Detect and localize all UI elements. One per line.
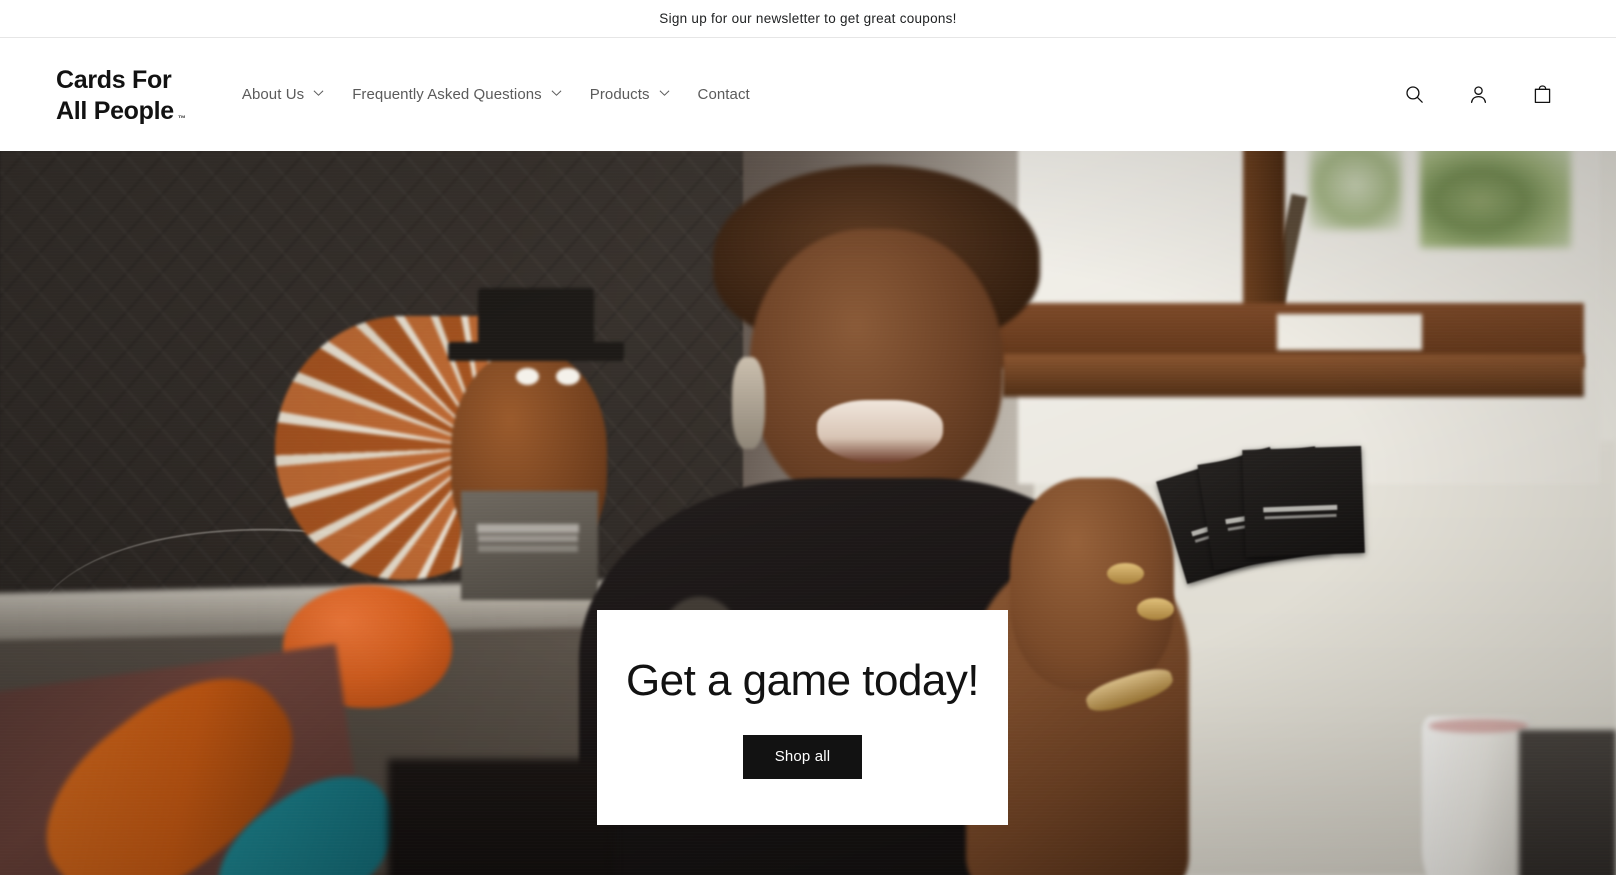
nav-item-contact[interactable]: Contact [684, 76, 764, 113]
announcement-text: Sign up for our newsletter to get great … [659, 10, 957, 26]
logo-line-2: All People [56, 96, 174, 125]
logo-line-1: Cards For [56, 66, 172, 94]
search-button[interactable] [1392, 73, 1436, 117]
nav-item-label: Contact [697, 86, 750, 103]
chevron-down-icon [551, 89, 562, 100]
hero-heading: Get a game today! [625, 656, 980, 706]
cart-button[interactable] [1520, 73, 1564, 117]
nav-item-label: Products [589, 86, 650, 103]
nav-item-label: Frequently Asked Questions [352, 86, 542, 103]
site-header: Cards For All People ™ About Us Frequent… [0, 38, 1616, 151]
nav-item-about-us[interactable]: About Us [228, 76, 338, 113]
header-actions [1392, 73, 1564, 117]
page-root: Sign up for our newsletter to get great … [0, 0, 1616, 875]
chevron-down-icon [313, 89, 324, 100]
nav-item-label: About Us [241, 86, 305, 103]
search-icon [1403, 83, 1426, 106]
logo-trademark-symbol: ™ [177, 114, 186, 123]
chevron-down-icon [659, 89, 670, 100]
announcement-bar: Sign up for our newsletter to get great … [0, 0, 1616, 37]
shop-all-button[interactable]: Shop all [743, 734, 862, 779]
cart-icon [1531, 83, 1554, 106]
nav-item-frequently-asked-questions[interactable]: Frequently Asked Questions [338, 76, 576, 113]
nav-item-products[interactable]: Products [576, 76, 684, 113]
hero-banner: Get a game today! Shop all [0, 151, 1616, 875]
site-logo[interactable]: Cards For All People ™ [56, 63, 186, 126]
hero-content-card: Get a game today! Shop all [597, 610, 1008, 825]
account-button[interactable] [1456, 73, 1500, 117]
primary-navigation: About Us Frequently Asked Questions Prod… [228, 76, 1392, 113]
account-icon [1467, 83, 1490, 106]
